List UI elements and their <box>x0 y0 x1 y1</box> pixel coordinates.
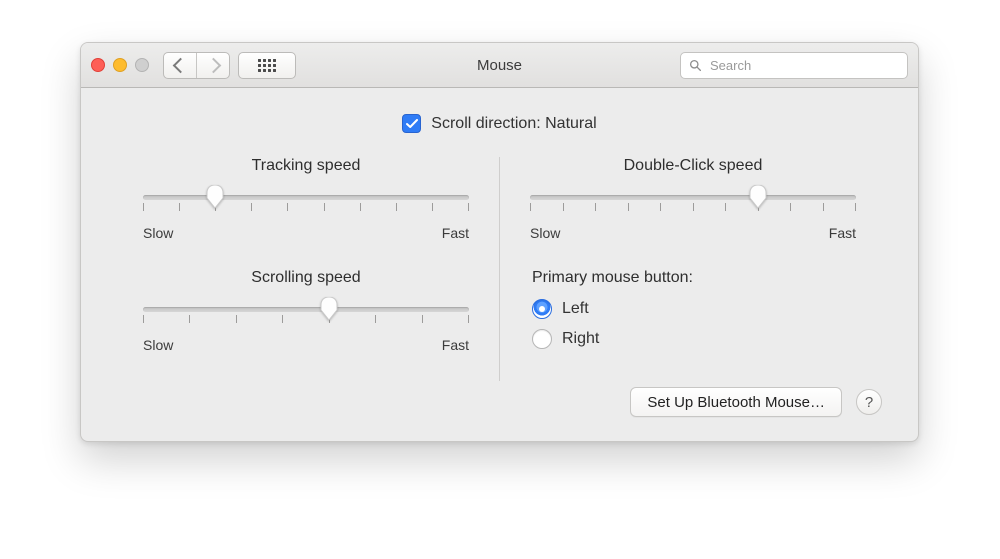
window-controls <box>91 58 149 72</box>
setup-bluetooth-mouse-button[interactable]: Set Up Bluetooth Mouse… <box>630 387 842 417</box>
chevron-left-icon <box>172 57 188 73</box>
right-column: Double-Click speed Sl <box>500 157 886 381</box>
double-click-speed-title: Double-Click speed <box>530 157 856 175</box>
help-button[interactable]: ? <box>856 389 882 415</box>
search-icon <box>689 59 702 72</box>
nav-back-forward <box>163 52 230 79</box>
back-button[interactable] <box>164 53 196 78</box>
checkmark-icon <box>406 119 418 129</box>
tracking-speed-slider[interactable] <box>143 185 469 223</box>
slider-min-label: Slow <box>143 337 173 353</box>
search-field[interactable] <box>680 52 908 79</box>
primary-left-row[interactable]: Left <box>532 299 856 319</box>
search-input[interactable] <box>708 57 899 74</box>
tracking-speed-block: Tracking speed Slow <box>143 157 469 241</box>
slider-max-label: Fast <box>442 337 469 353</box>
radio-left[interactable] <box>532 299 552 319</box>
footer-row: Set Up Bluetooth Mouse… ? <box>113 381 886 419</box>
slider-ticks <box>530 203 856 211</box>
scroll-direction-row: Scroll direction: Natural <box>113 114 886 133</box>
forward-button[interactable] <box>196 53 229 78</box>
primary-button-title: Primary mouse button: <box>532 269 856 287</box>
slider-ticks <box>143 315 469 323</box>
pane-body: Scroll direction: Natural Tracking speed <box>81 88 918 441</box>
slider-track <box>143 195 469 200</box>
radio-right-label: Right <box>562 330 599 348</box>
show-all-button[interactable] <box>238 52 296 79</box>
button-label: Set Up Bluetooth Mouse… <box>647 394 825 411</box>
slider-ticks <box>143 203 469 211</box>
help-icon: ? <box>865 394 873 411</box>
grid-icon <box>258 59 276 72</box>
radio-left-label: Left <box>562 300 589 318</box>
tracking-speed-title: Tracking speed <box>143 157 469 175</box>
slider-track <box>530 195 856 200</box>
slider-min-label: Slow <box>530 225 560 241</box>
slider-track <box>143 307 469 312</box>
scrolling-speed-block: Scrolling speed Slow <box>143 269 469 353</box>
double-click-speed-block: Double-Click speed Sl <box>530 157 856 241</box>
slider-min-label: Slow <box>143 225 173 241</box>
scroll-direction-label: Scroll direction: Natural <box>431 115 596 133</box>
radio-right[interactable] <box>532 329 552 349</box>
scrolling-speed-slider[interactable] <box>143 297 469 335</box>
chevron-right-icon <box>205 57 221 73</box>
slider-max-label: Fast <box>442 225 469 241</box>
zoom-window-button[interactable] <box>135 58 149 72</box>
left-column: Tracking speed Slow <box>113 157 499 381</box>
preferences-window: Mouse Scroll direction: Natural <box>80 42 919 442</box>
double-click-speed-slider[interactable] <box>530 185 856 223</box>
primary-right-row[interactable]: Right <box>532 329 856 349</box>
scrolling-speed-title: Scrolling speed <box>143 269 469 287</box>
slider-max-label: Fast <box>829 225 856 241</box>
primary-button-group: Primary mouse button: Left Right <box>530 269 856 349</box>
window-toolbar: Mouse <box>81 43 918 88</box>
close-window-button[interactable] <box>91 58 105 72</box>
scroll-direction-checkbox[interactable] <box>402 114 421 133</box>
minimize-window-button[interactable] <box>113 58 127 72</box>
